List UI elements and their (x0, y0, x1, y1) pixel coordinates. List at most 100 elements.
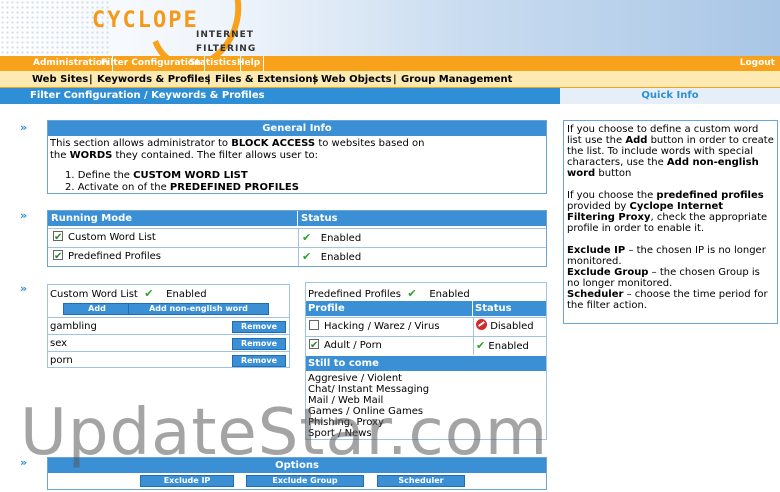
disabled-icon (476, 319, 487, 330)
general-text-bold: CUSTOM WORD LIST (133, 170, 248, 181)
profile-status-wrap: ✔ Enabled (473, 337, 529, 355)
general-text-bold: PREDEFINED PROFILES (169, 182, 299, 193)
remove-button[interactable]: Remove (232, 355, 286, 367)
general-list-item: 1. Define the (65, 170, 134, 181)
running-row-label: Predefined Profiles (68, 251, 162, 262)
quick-info-paragraph: If you choose the predefined profiles pr… (567, 190, 774, 234)
subnav-web-objects[interactable]: Web Objects (321, 71, 392, 88)
general-text-bold: WORDS (69, 150, 113, 161)
profile-row: Adult / Porn ✔ Enabled (306, 336, 546, 355)
profile-header: Profile (306, 301, 473, 316)
still-item: Chat/ Instant Messaging (308, 384, 430, 395)
running-mode-header: Running Mode (48, 211, 298, 226)
watermark-text: UpdateStar.com (20, 396, 549, 470)
subnav-keywords-profiles[interactable]: Keywords & Profiles (97, 71, 210, 88)
hacking-warez-virus-checkbox[interactable] (309, 320, 319, 330)
running-row-status: Enabled (320, 252, 362, 263)
predefined-profiles-status: Enabled (429, 289, 470, 300)
quick-info-line: Exclude IP – the chosen IP is no longer … (567, 245, 774, 267)
profile-status-header: Status (473, 301, 546, 316)
quick-info-panel: If you choose to define a custom word li… (563, 120, 778, 324)
adult-porn-checkbox[interactable] (309, 337, 319, 355)
general-text: to websites based on (315, 138, 425, 149)
exclude-ip-button[interactable]: Exclude IP (140, 475, 234, 487)
running-row-label-wrap: Custom Word List (53, 229, 156, 247)
custom-word-list-panel: Custom Word List ✔ Enabled Add Add non-e… (47, 284, 290, 368)
quick-info-paragraph: If you choose to define a custom word li… (567, 124, 774, 179)
top-nav: Administration Filter Configuration Stat… (0, 56, 780, 71)
nav-help[interactable]: Help (234, 56, 265, 71)
profile-label: Adult / Porn (324, 340, 382, 351)
custom-word-list-header: Custom Word List ✔ Enabled (50, 287, 207, 300)
running-row-label: Custom Word List (68, 232, 156, 243)
add-non-english-button[interactable]: Add non-english word (128, 303, 269, 315)
general-list-item: 2. Activate on of the (65, 182, 170, 193)
logo-subtitle-1: INTERNET (196, 30, 254, 40)
section-marker-icon: » (20, 209, 28, 222)
running-row-status-wrap: ✔ Enabled (298, 229, 361, 247)
running-mode-table: Running Mode Status Custom Word List ✔ E… (47, 210, 547, 267)
running-row-status: Enabled (320, 233, 362, 244)
running-row-status-wrap: ✔ Enabled (298, 248, 361, 266)
scheduler-button[interactable]: Scheduler (377, 475, 465, 487)
still-item: Aggresive / Violent (308, 373, 403, 384)
subnav-web-sites[interactable]: Web Sites (32, 71, 88, 88)
general-text: This section allows administrator to (50, 138, 232, 149)
word-row: porn Remove (48, 351, 289, 370)
profile-status-wrap: Disabled (473, 318, 534, 336)
custom-word-list-title: Custom Word List (50, 289, 138, 300)
word-text: gambling (50, 321, 97, 332)
quick-text: button (595, 168, 632, 179)
quick-text: provided by (567, 201, 630, 212)
general-info-title: General Info (48, 121, 546, 136)
remove-button[interactable]: Remove (232, 321, 286, 333)
profile-label-wrap: Adult / Porn (309, 337, 382, 355)
word-text: porn (50, 355, 73, 366)
general-info-text: This section allows administrator to BLO… (48, 136, 546, 196)
subnav-separator: | (89, 74, 93, 85)
section-marker-icon: » (20, 121, 28, 134)
custom-word-list-status: Enabled (166, 289, 207, 300)
exclude-group-button[interactable]: Exclude Group (246, 475, 364, 487)
word-text: sex (50, 338, 68, 349)
breadcrumb: Filter Configuration / Keywords & Profil… (0, 88, 560, 104)
quick-info-line: Scheduler – choose the time period for t… (567, 289, 774, 311)
profile-label: Hacking / Warez / Virus (324, 321, 440, 332)
quick-text-bold: Scheduler (567, 289, 624, 300)
running-row: Predefined Profiles ✔ Enabled (48, 247, 546, 266)
profile-status: Disabled (490, 321, 534, 332)
general-info-panel: General Info This section allows adminis… (47, 120, 547, 194)
logout-link[interactable]: Logout (737, 56, 778, 71)
nav-statistics[interactable]: Statistics (186, 56, 241, 71)
header-banner: CYCLOPE INTERNET FILTERING (0, 0, 780, 56)
quick-info-line: Exclude Group – the chosen Group is no l… (567, 267, 774, 289)
general-text-bold: BLOCK ACCESS (231, 138, 316, 149)
check-icon: ✔ (144, 287, 154, 300)
profile-row: Hacking / Warez / Virus Disabled (306, 317, 546, 336)
subnav-separator: | (393, 74, 397, 85)
section-marker-icon: » (20, 282, 28, 295)
quick-text: If you choose the (567, 190, 657, 201)
subnav-files-extensions[interactable]: Files & Extensions (215, 71, 318, 88)
subnav-separator: | (207, 74, 211, 85)
check-icon: ✔ (476, 339, 486, 352)
quick-info-title: Quick Info (560, 88, 780, 104)
predefined-profiles-checkbox[interactable] (53, 248, 63, 266)
sub-nav: Web Sites | Keywords & Profiles | Files … (0, 71, 780, 88)
profile-status: Enabled (488, 341, 529, 352)
check-icon: ✔ (302, 250, 312, 263)
quick-text-bold: Exclude IP (567, 245, 626, 256)
add-button[interactable]: Add (63, 303, 131, 315)
quick-text-bold: Exclude Group (567, 267, 649, 278)
quick-text-bold: predefined profiles (656, 190, 764, 201)
remove-button[interactable]: Remove (232, 338, 286, 350)
custom-word-list-checkbox[interactable] (53, 229, 63, 247)
check-icon: ✔ (407, 287, 417, 300)
subnav-separator: | (313, 74, 317, 85)
general-text: they contained. The filter allows user t… (112, 150, 318, 161)
logo-text: CYCLOPE (92, 8, 199, 33)
running-row: Custom Word List ✔ Enabled (48, 228, 546, 247)
predefined-profiles-title: Predefined Profiles (308, 289, 402, 300)
quick-text-bold: Add (625, 135, 648, 146)
subnav-group-management[interactable]: Group Management (401, 71, 512, 88)
